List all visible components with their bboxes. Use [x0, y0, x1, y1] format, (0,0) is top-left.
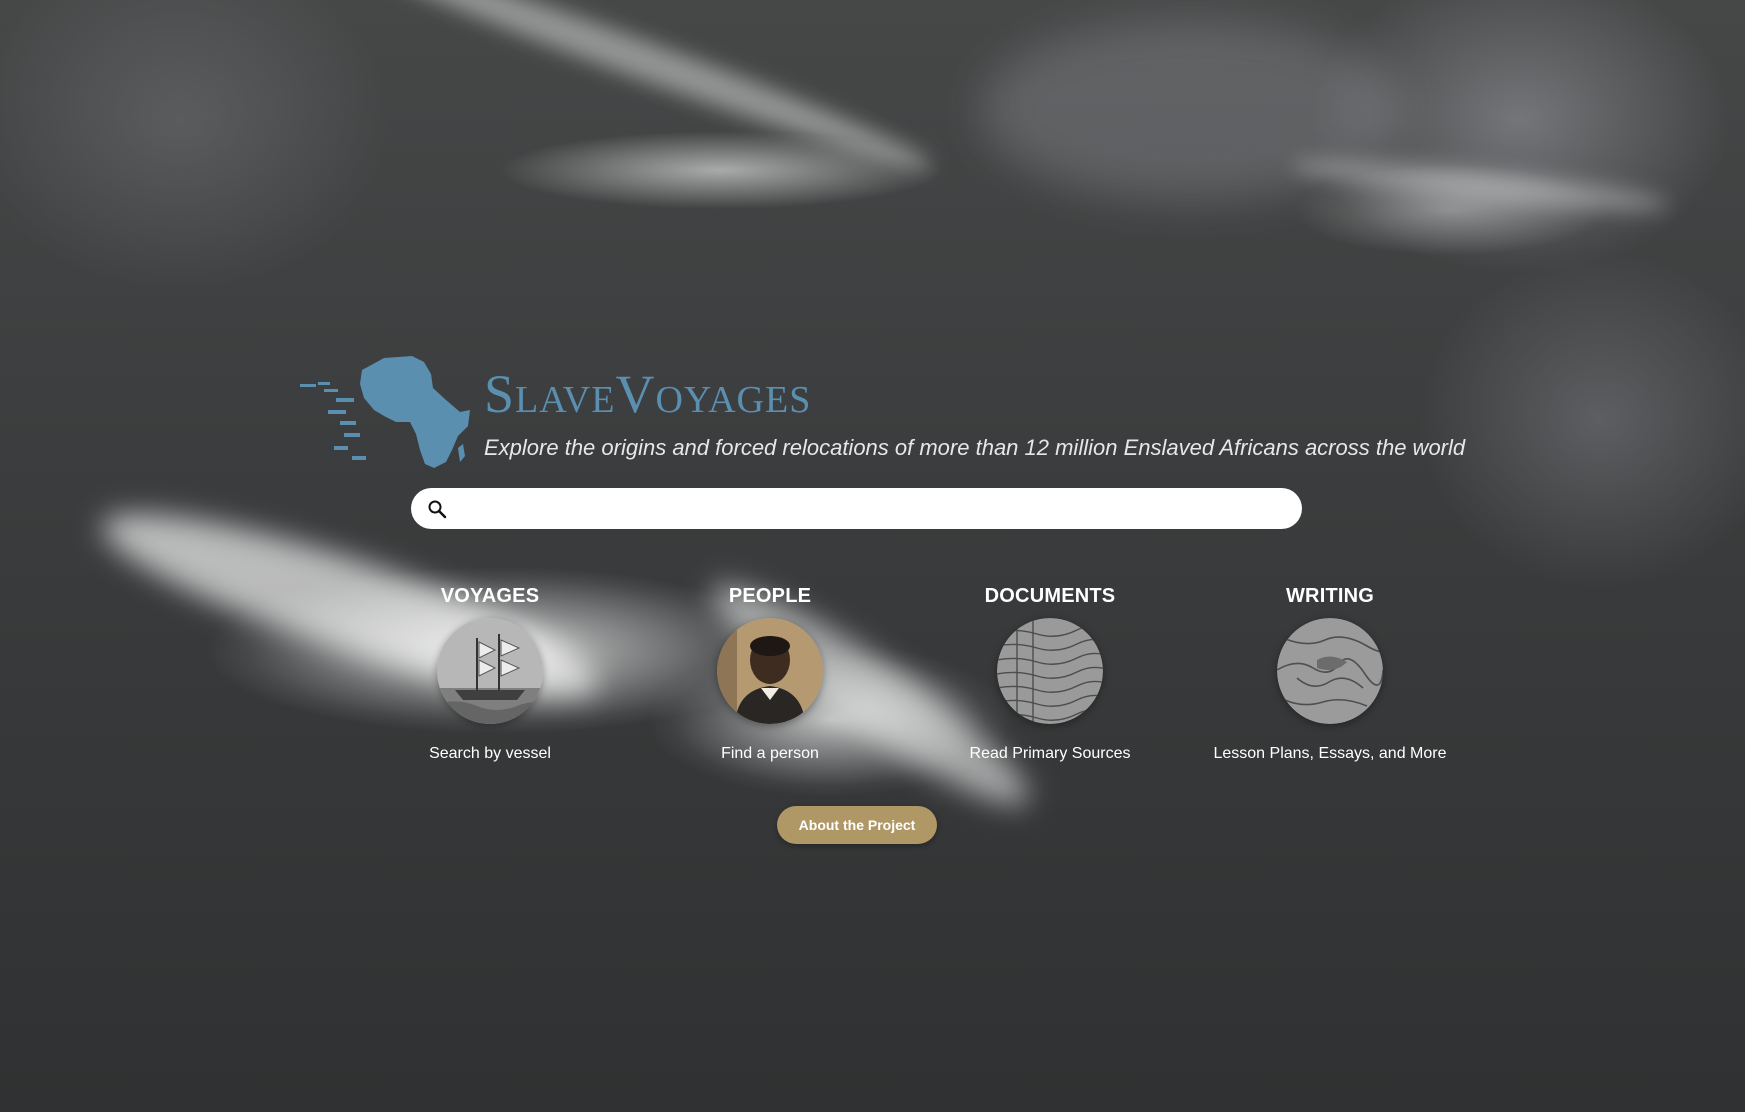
africa-map-icon [300, 356, 470, 468]
search-icon [428, 500, 447, 518]
wave-foam [980, 20, 1400, 200]
about-project-button[interactable]: About the Project [777, 806, 937, 844]
hero-background: SlaveVoyages Explore the origins and for… [0, 0, 1745, 1112]
category-title[interactable]: WRITING [1195, 584, 1465, 608]
category-title[interactable]: PEOPLE [635, 584, 905, 608]
site-tagline: Explore the origins and forced relocatio… [484, 435, 1466, 460]
category-title[interactable]: DOCUMENTS [915, 584, 1185, 608]
site-brand: SlaveVoyages Explore the origins and for… [300, 352, 1465, 472]
category-title[interactable]: VOYAGES [355, 584, 625, 608]
category-grid: VOYAGES Search by vessel PEOPLE Find a p… [355, 584, 1465, 774]
search-bar[interactable] [411, 488, 1302, 529]
category-people[interactable]: PEOPLE Find a person [635, 584, 905, 774]
historic-map-image[interactable] [1277, 618, 1383, 724]
category-writing[interactable]: WRITING Lesson Plans, Essays, and More [1195, 584, 1465, 774]
category-subtitle: Find a person [721, 745, 819, 762]
category-subtitle: Read Primary Sources [969, 745, 1131, 762]
handwritten-ledger-image[interactable] [997, 618, 1103, 724]
search-input[interactable] [459, 492, 1286, 525]
portrait-photo-image[interactable] [717, 618, 823, 724]
category-subtitle: Search by vessel [429, 745, 551, 762]
wave-foam [342, 0, 938, 183]
category-voyages[interactable]: VOYAGES Search by vessel [355, 584, 625, 774]
category-documents[interactable]: DOCUMENTS Read Primary Sources [915, 584, 1185, 774]
category-subtitle: Lesson Plans, Essays, and More [1213, 745, 1447, 762]
site-title[interactable]: SlaveVoyages [484, 367, 811, 421]
ship-engraving-image[interactable] [437, 618, 543, 724]
